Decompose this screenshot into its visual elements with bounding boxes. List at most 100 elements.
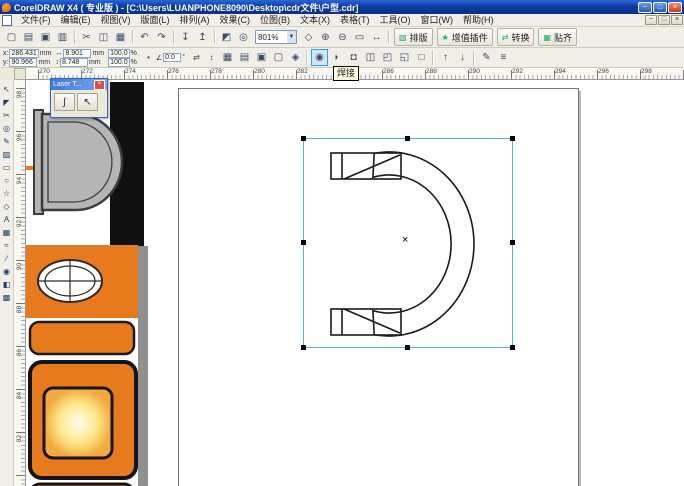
pick-tool[interactable]: ↖ <box>0 83 13 96</box>
selection-center-mark[interactable]: × <box>402 234 408 246</box>
rectangle-tool[interactable]: ▭ <box>0 161 13 174</box>
selection-handle[interactable] <box>301 240 306 245</box>
convert-to-curves-button[interactable]: ✎ <box>478 49 495 66</box>
menu-item[interactable]: 位图(B) <box>255 14 295 27</box>
menu-item[interactable]: 版面(L) <box>136 14 175 27</box>
to-back-button[interactable]: ↓ <box>454 49 471 66</box>
print-icon[interactable]: ▥ <box>54 29 71 46</box>
crop-tool[interactable]: ✂ <box>0 109 13 122</box>
eyedropper-tool[interactable]: ∕ <box>0 252 13 265</box>
undo-icon[interactable]: ↶ <box>136 29 153 46</box>
export-icon[interactable]: ↥ <box>194 29 211 46</box>
group-button[interactable]: ▣ <box>253 49 270 66</box>
selected-horseshoe-shape[interactable] <box>304 139 514 349</box>
drawing-canvas[interactable]: × <box>26 80 684 486</box>
menu-item[interactable]: 帮助(H) <box>458 14 499 27</box>
close-icon[interactable]: × <box>94 80 105 90</box>
floorplan-artwork[interactable] <box>26 80 152 486</box>
open-icon[interactable]: ▤ <box>20 29 37 46</box>
separator[interactable] <box>385 29 392 46</box>
laser-curve-button[interactable]: ∫ <box>54 93 75 111</box>
document-icon[interactable] <box>2 15 12 26</box>
selection-handle[interactable] <box>405 136 410 141</box>
fill-tool[interactable]: ◧ <box>0 278 13 291</box>
zoom-level-select[interactable]: 801% ▼ <box>255 30 297 44</box>
zoom-out-icon[interactable]: ⊖ <box>334 29 351 46</box>
new-icon[interactable]: ▢ <box>3 29 20 46</box>
welcome-screen-icon[interactable]: ◎ <box>235 29 252 46</box>
separator[interactable] <box>170 29 177 46</box>
lock-ratio-button[interactable]: ▪ <box>141 50 156 65</box>
menu-item[interactable]: 视图(V) <box>96 14 136 27</box>
maximize-button[interactable]: □ <box>653 2 667 13</box>
separator[interactable] <box>211 29 218 46</box>
basic-shapes-tool[interactable]: ◇ <box>0 200 13 213</box>
app-launcher-icon[interactable]: ◩ <box>218 29 235 46</box>
rotation-field[interactable]: 0.0 <box>163 53 181 62</box>
selection-handle[interactable] <box>510 240 515 245</box>
y-position-field[interactable]: 90.966 <box>9 58 37 67</box>
ellipse-tool[interactable]: ○ <box>0 174 13 187</box>
scale-x-field[interactable]: 100.0 <box>108 49 130 58</box>
create-boundary-button[interactable]: □ <box>413 49 430 66</box>
outline-tool[interactable]: ◉ <box>0 265 13 278</box>
laser-toolbar-titlebar[interactable]: Laser T... × <box>51 79 107 90</box>
selection-handle[interactable] <box>301 345 306 350</box>
mirror-vertical-button[interactable]: ↕ <box>204 50 219 65</box>
order-button[interactable]: ▤ <box>236 49 253 66</box>
trim-button[interactable]: ◗ <box>328 49 345 66</box>
freehand-tool[interactable]: ✎ <box>0 135 13 148</box>
selection-bounding-box[interactable]: × <box>303 138 513 348</box>
table-tool[interactable]: ▦ <box>0 226 13 239</box>
front-minus-back-button[interactable]: ◰ <box>379 49 396 66</box>
paste-icon[interactable]: ▦ <box>112 29 129 46</box>
mdi-minimize-button[interactable]: − <box>645 15 657 25</box>
separator[interactable] <box>304 49 311 66</box>
zoom-in-icon[interactable]: ⊕ <box>317 29 334 46</box>
to-front-button[interactable]: ↑ <box>437 49 454 66</box>
zoom-page-icon[interactable]: ▭ <box>351 29 368 46</box>
smart-fill-tool[interactable]: ▨ <box>0 148 13 161</box>
close-button[interactable]: × <box>668 2 682 13</box>
polygon-tool[interactable]: ☆ <box>0 187 13 200</box>
align-button[interactable]: ▦ <box>219 49 236 66</box>
text-tool[interactable]: A <box>0 213 13 226</box>
import-icon[interactable]: ↧ <box>177 29 194 46</box>
menu-item[interactable]: 排列(A) <box>175 14 215 27</box>
shape-tool[interactable]: ◤ <box>0 96 13 109</box>
separator[interactable] <box>430 49 437 66</box>
layout-button[interactable]: ▧ 排版 <box>394 28 433 46</box>
separator[interactable] <box>129 29 136 46</box>
cut-icon[interactable]: ✂ <box>78 29 95 46</box>
ruler-origin-button[interactable] <box>14 68 26 80</box>
weld-button[interactable]: ◉ <box>311 49 328 66</box>
blend-tool[interactable]: ≈ <box>0 239 13 252</box>
chevron-down-icon[interactable]: ▼ <box>287 31 296 43</box>
selection-handle[interactable] <box>510 136 515 141</box>
menu-item[interactable]: 文本(X) <box>295 14 335 27</box>
mdi-restore-button[interactable]: □ <box>658 15 670 25</box>
selection-handle[interactable] <box>510 345 515 350</box>
zoom-tool[interactable]: ◎ <box>0 122 13 135</box>
redo-icon[interactable]: ↷ <box>153 29 170 46</box>
snap-button[interactable]: ▦ 贴齐 <box>538 28 577 46</box>
outline-width-button[interactable]: ≡ <box>495 49 512 66</box>
copy-icon[interactable]: ◫ <box>95 29 112 46</box>
convert-button[interactable]: ⇄ 转换 <box>497 28 535 46</box>
plugins-button[interactable]: ★ 增值插件 <box>437 28 493 46</box>
laser-pick-button[interactable]: ↖ <box>77 93 98 111</box>
menu-item[interactable]: 窗口(W) <box>416 14 459 27</box>
menu-item[interactable]: 文件(F) <box>16 14 56 27</box>
height-field[interactable]: 8.748 <box>60 58 88 67</box>
menu-item[interactable]: 工具(O) <box>375 14 416 27</box>
width-field[interactable]: 8.901 <box>63 49 91 58</box>
scale-y-field[interactable]: 100.0 <box>108 58 130 67</box>
ungroup-button[interactable]: ▢ <box>270 49 287 66</box>
minimize-button[interactable]: − <box>638 2 652 13</box>
menu-item[interactable]: 表格(T) <box>335 14 375 27</box>
laser-floating-toolbar[interactable]: Laser T... × ∫↖ <box>50 78 108 118</box>
simplify-button[interactable]: ◫ <box>362 49 379 66</box>
zoom-width-icon[interactable]: ↔ <box>368 29 385 46</box>
save-icon[interactable]: ▣ <box>37 29 54 46</box>
separator[interactable] <box>471 49 478 66</box>
